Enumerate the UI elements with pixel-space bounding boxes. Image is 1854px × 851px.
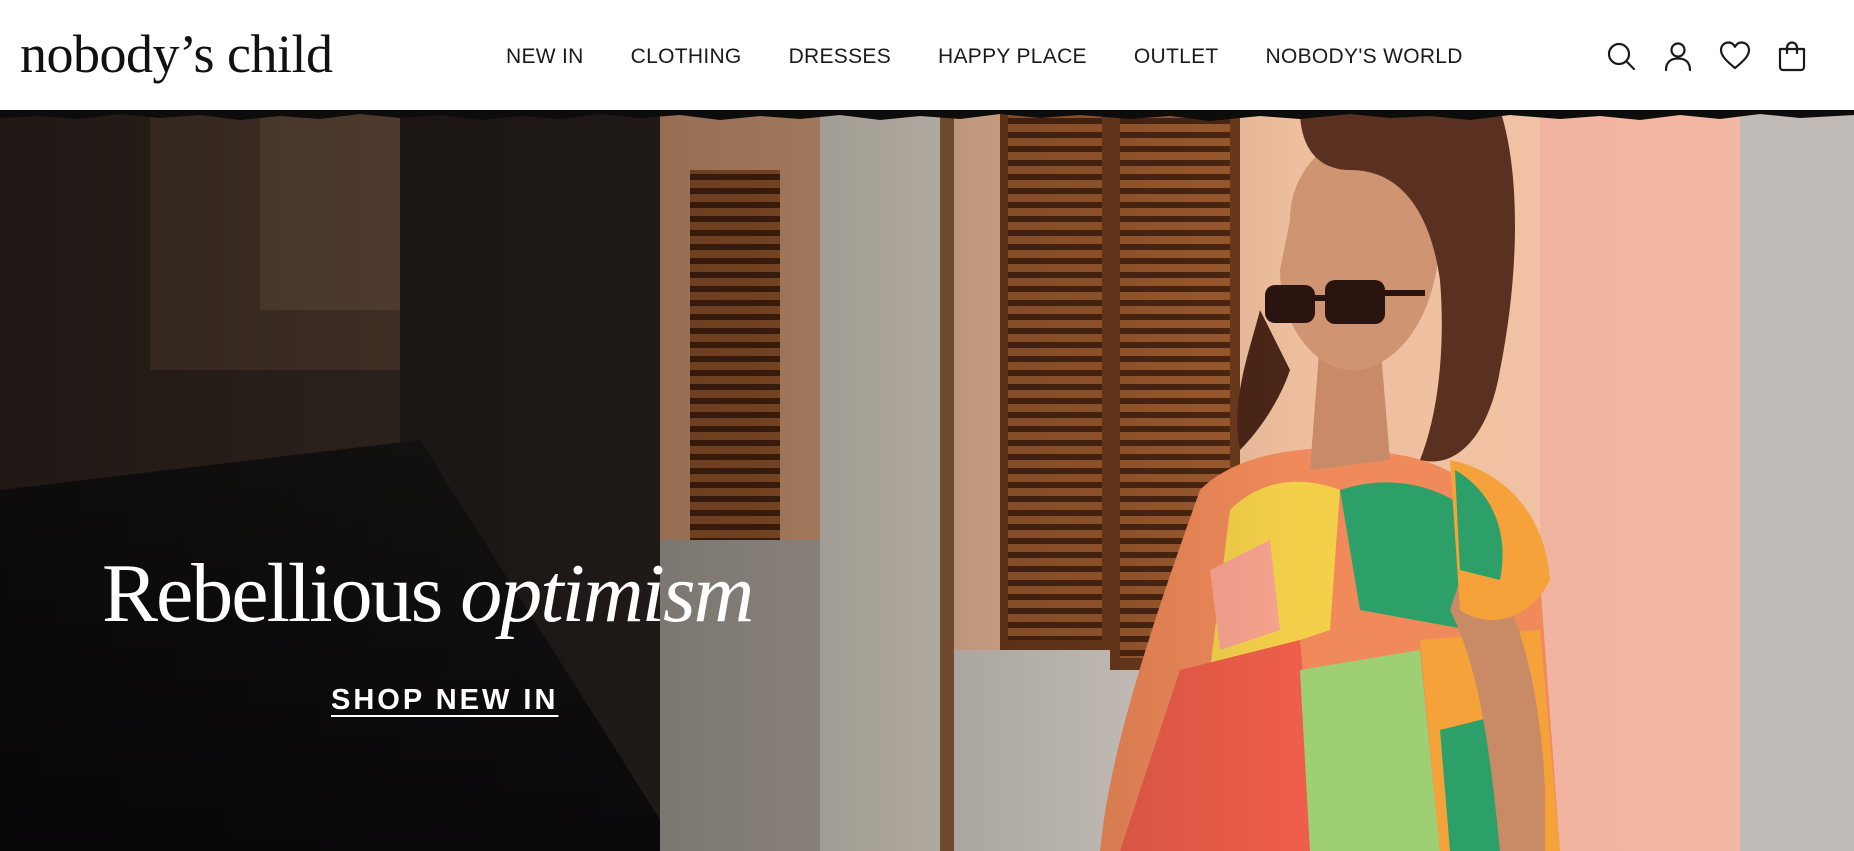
brand-logo[interactable]: nobody’s child	[20, 22, 333, 86]
wishlist-heart-icon	[1719, 41, 1751, 70]
hero-headline: Rebellious optimism	[102, 544, 754, 644]
shopping-bag-icon	[1778, 41, 1806, 72]
nav-item-clothing[interactable]: CLOTHING	[631, 42, 742, 72]
nav-item-nobodys-world[interactable]: NOBODY'S WORLD	[1266, 42, 1463, 72]
account-button[interactable]	[1660, 38, 1696, 74]
search-icon	[1607, 42, 1636, 71]
shop-new-in-link[interactable]: SHOP NEW IN	[331, 684, 558, 717]
cart-button[interactable]	[1774, 38, 1810, 74]
hero-banner[interactable]: Rebellious optimism SHOP NEW IN	[0, 110, 1854, 851]
nav-item-dresses[interactable]: DRESSES	[789, 42, 891, 72]
search-button[interactable]	[1603, 38, 1639, 74]
nav-item-happy-place[interactable]: HAPPY PLACE	[938, 42, 1087, 72]
hero-photo	[0, 110, 1854, 851]
hero-headline-plain: Rebellious	[102, 547, 461, 640]
main-navigation: NEW IN CLOTHING DRESSES HAPPY PLACE OUTL…	[506, 42, 1463, 72]
site-header: nobody’s child NEW IN CLOTHING DRESSES H…	[0, 0, 1854, 110]
nav-item-new-in[interactable]: NEW IN	[506, 42, 584, 72]
header-utilities	[1603, 38, 1810, 74]
nav-item-outlet[interactable]: OUTLET	[1134, 42, 1219, 72]
account-icon	[1664, 42, 1692, 72]
hero-headline-italic: optimism	[460, 547, 754, 640]
wishlist-button[interactable]	[1717, 38, 1753, 74]
